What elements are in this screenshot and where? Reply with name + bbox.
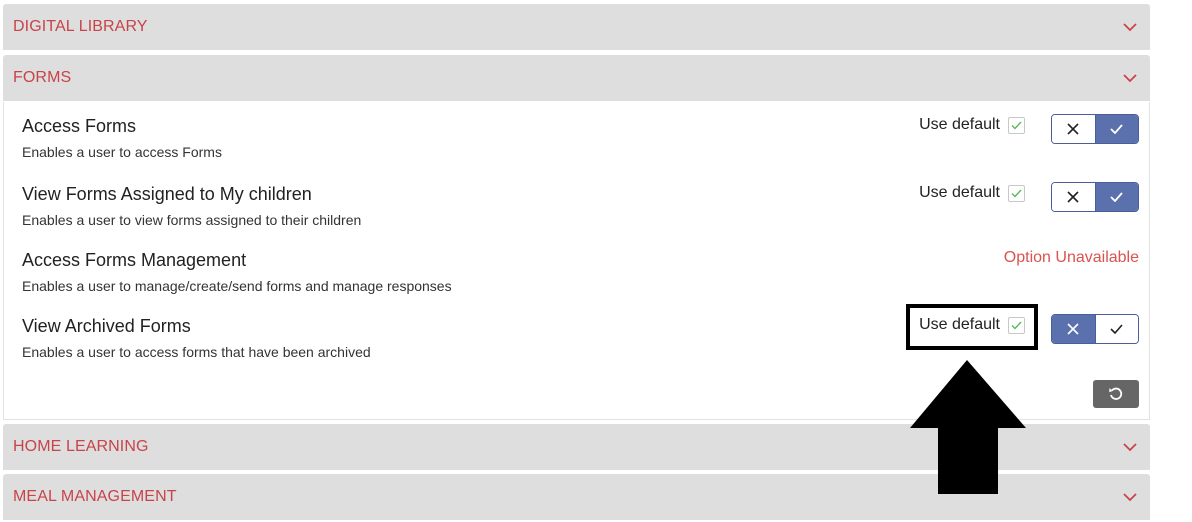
section-header-forms[interactable]: FORMS (3, 55, 1150, 101)
x-icon (1067, 191, 1079, 203)
reset-icon (1109, 387, 1123, 400)
deny-button[interactable] (1052, 315, 1095, 343)
chevron-down-icon (1123, 443, 1137, 452)
permission-title: Access Forms (22, 116, 137, 136)
permission-row: View Forms Assigned to My children Enabl… (22, 182, 1139, 234)
chevron-down-icon (1123, 23, 1137, 32)
use-default-control[interactable]: Use default (919, 316, 1025, 334)
permission-description: Enables a user to manage/create/send for… (22, 278, 452, 294)
permission-title: Access Forms Management (22, 250, 247, 270)
use-default-label: Use default (919, 316, 1000, 333)
permission-description: Enables a user to view forms assigned to… (22, 212, 362, 228)
check-icon (1110, 192, 1123, 202)
deny-button[interactable] (1052, 183, 1095, 211)
section-title: DIGITAL LIBRARY (13, 18, 148, 35)
up-arrow-icon (910, 360, 1026, 494)
check-icon (1110, 324, 1123, 334)
permission-row: Access Forms Enables a user to access Fo… (22, 114, 1139, 166)
use-default-checkbox[interactable] (1008, 316, 1025, 334)
option-unavailable-text: Option Unavailable (1003, 249, 1139, 266)
section-header-digital-library[interactable]: DIGITAL LIBRARY (3, 4, 1150, 50)
allow-button[interactable] (1094, 315, 1138, 343)
use-default-label: Use default (919, 184, 1000, 201)
x-icon (1067, 123, 1079, 135)
use-default-checkbox[interactable] (1008, 116, 1025, 134)
check-icon (1110, 124, 1123, 134)
use-default-control[interactable]: Use default (919, 116, 1025, 134)
permission-toggle[interactable] (1051, 114, 1139, 144)
check-icon (1011, 189, 1022, 198)
permission-title: View Forms Assigned to My children (22, 184, 312, 204)
allow-button[interactable] (1094, 115, 1138, 143)
allow-button[interactable] (1094, 183, 1138, 211)
check-icon (1011, 321, 1022, 330)
section-title: FORMS (13, 69, 72, 86)
use-default-control[interactable]: Use default (919, 184, 1025, 202)
chevron-down-icon (1123, 493, 1137, 502)
permission-title: View Archived Forms (22, 316, 191, 336)
use-default-checkbox[interactable] (1008, 184, 1025, 202)
use-default-label: Use default (919, 116, 1000, 133)
permission-toggle[interactable] (1051, 182, 1139, 212)
reset-button[interactable] (1093, 380, 1139, 408)
chevron-down-icon (1123, 74, 1137, 83)
deny-button[interactable] (1052, 115, 1095, 143)
permission-row: Access Forms Management Enables a user t… (22, 249, 1139, 300)
permission-description: Enables a user to access Forms (22, 144, 222, 160)
permission-row: View Archived Forms Enables a user to ac… (22, 314, 1139, 366)
check-icon (1011, 121, 1022, 130)
permission-toggle[interactable] (1051, 314, 1139, 344)
permission-description: Enables a user to access forms that have… (22, 344, 371, 360)
x-icon (1067, 323, 1079, 335)
